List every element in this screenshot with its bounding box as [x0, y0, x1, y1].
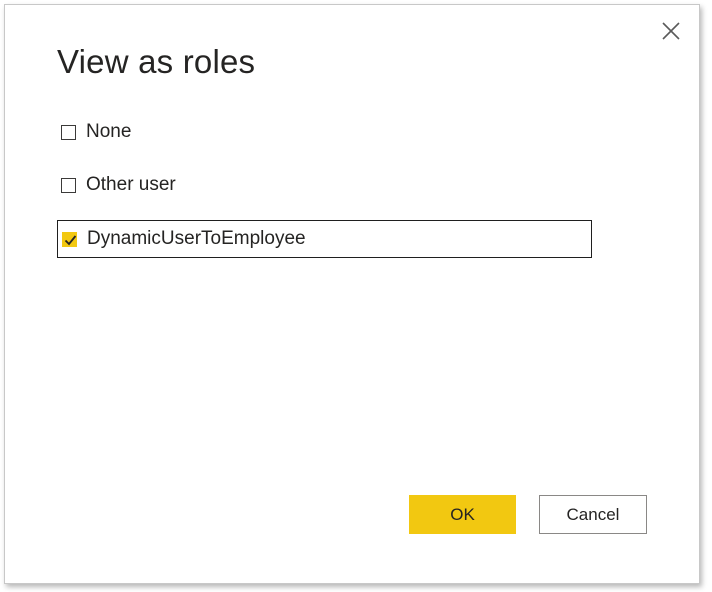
checkmark-icon: [64, 234, 77, 245]
close-button[interactable]: [657, 17, 685, 45]
role-option-other-user[interactable]: Other user: [57, 168, 176, 202]
dynamic-user-to-employee-checkbox[interactable]: [62, 231, 77, 247]
dialog-title: View as roles: [57, 43, 256, 80]
role-option-label: DynamicUserToEmployee: [87, 228, 306, 249]
other-user-checkbox[interactable]: [61, 177, 76, 193]
role-option-label: None: [86, 121, 132, 142]
view-as-roles-dialog: View as roles None Other user DynamicUse…: [4, 4, 700, 584]
role-option-none[interactable]: None: [57, 115, 131, 149]
cancel-button[interactable]: Cancel: [539, 495, 647, 534]
role-option-dynamic-user-to-employee[interactable]: DynamicUserToEmployee: [57, 220, 592, 258]
ok-button[interactable]: OK: [409, 495, 516, 534]
role-option-label: Other user: [86, 174, 176, 195]
close-icon: [662, 22, 680, 40]
none-checkbox[interactable]: [61, 124, 76, 140]
